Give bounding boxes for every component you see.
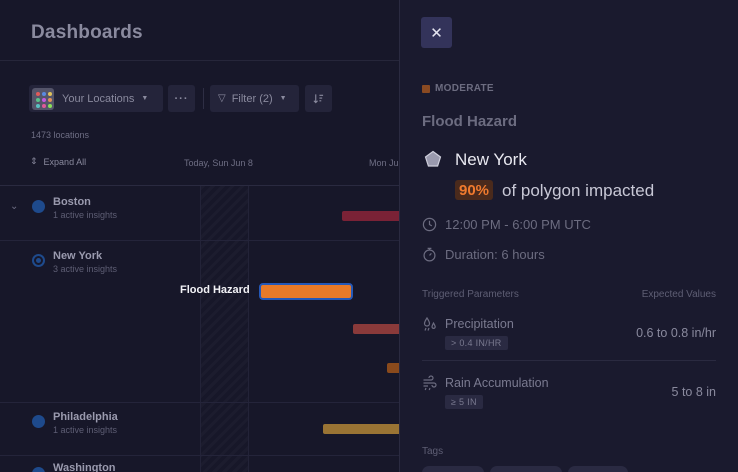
rain-wind-icon xyxy=(423,375,437,391)
flood-hazard-bar[interactable] xyxy=(259,283,353,300)
polygon-icon xyxy=(424,150,442,167)
page-title: Dashboards xyxy=(31,22,143,43)
insight-bar[interactable] xyxy=(342,211,402,221)
filter-button[interactable]: ▽ Filter (2) ▼ xyxy=(210,85,299,112)
insight-bar[interactable] xyxy=(323,424,403,434)
timeline-date-today: Today, Sun Jun 8 xyxy=(184,158,253,168)
past-time-hatch xyxy=(201,186,248,472)
rain-drops-icon xyxy=(423,316,436,331)
close-icon: ✕ xyxy=(430,24,443,42)
tag-chip[interactable] xyxy=(422,466,484,472)
duration: Duration: 6 hours xyxy=(445,247,545,262)
sort-button[interactable] xyxy=(305,85,332,112)
expand-icon: ⇕ xyxy=(30,156,38,166)
param-threshold-rain-accumulation: ≥ 5 IN xyxy=(445,395,483,409)
time-range-row: 12:00 PM - 6:00 PM UTC xyxy=(422,217,591,232)
location-count: 1473 locations xyxy=(31,130,90,140)
param-value-precipitation: 0.6 to 0.8 in/hr xyxy=(636,326,716,340)
severity-badge: MODERATE xyxy=(422,83,494,94)
toolbar-divider xyxy=(203,88,204,109)
row-name-new-york[interactable]: New York xyxy=(53,250,102,262)
severity-indicator xyxy=(422,84,430,93)
insight-title: Flood Hazard xyxy=(422,113,518,130)
location-name: New York xyxy=(455,150,527,169)
stopwatch-icon xyxy=(423,247,436,262)
close-button[interactable]: ✕ xyxy=(421,17,452,48)
param-name-precipitation: Precipitation xyxy=(445,317,514,331)
insight-detail-panel: ✕ MODERATE Flood Hazard New York 90% of … xyxy=(399,0,738,472)
time-range: 12:00 PM - 6:00 PM UTC xyxy=(445,217,591,232)
row-name-washington[interactable]: Washington xyxy=(53,462,116,472)
parameter-divider xyxy=(422,360,716,361)
chevron-down-icon[interactable]: ⌄ xyxy=(10,201,18,212)
location-dot-selected xyxy=(32,254,45,267)
location-dot xyxy=(32,415,45,428)
param-name-rain-accumulation: Rain Accumulation xyxy=(445,376,549,390)
duration-row: Duration: 6 hours xyxy=(422,247,545,262)
tag-chip[interactable] xyxy=(490,466,562,472)
tag-chip[interactable] xyxy=(568,466,628,472)
tags-header: Tags xyxy=(422,446,444,457)
clock-icon xyxy=(422,217,437,232)
timeline-gridline xyxy=(248,186,249,472)
impact-percent-badge: 90% xyxy=(455,180,494,200)
expected-values-header: Expected Values xyxy=(641,289,716,300)
location-select-label: Your Locations xyxy=(62,92,135,105)
flood-hazard-bar-label: Flood Hazard xyxy=(180,284,250,296)
insight-bar[interactable] xyxy=(353,324,403,334)
row-name-boston[interactable]: Boston xyxy=(53,196,91,208)
more-options-button[interactable]: ··· xyxy=(168,85,195,112)
triggered-parameters-header: Triggered Parameters xyxy=(422,289,519,300)
chevron-down-icon: ▼ xyxy=(279,95,287,102)
row-name-philadelphia[interactable]: Philadelphia xyxy=(53,411,118,423)
location-dot xyxy=(32,467,45,472)
sort-icon xyxy=(313,94,324,104)
timeline-date-next: Mon Ju xyxy=(369,158,399,168)
row-sub-new-york: 3 active insights xyxy=(53,264,118,274)
row-sub-philadelphia: 1 active insights xyxy=(53,425,118,435)
chevron-down-icon: ▼ xyxy=(141,95,149,102)
row-sub-boston: 1 active insights xyxy=(53,210,118,220)
param-threshold-precipitation: > 0.4 IN/HR xyxy=(445,336,508,350)
param-value-rain-accumulation: 5 to 8 in xyxy=(671,385,716,399)
severity-label: MODERATE xyxy=(435,83,494,94)
location-select[interactable]: Your Locations ▼ xyxy=(29,85,163,112)
filter-icon: ▽ xyxy=(218,93,226,104)
location-dot xyxy=(32,200,45,213)
locations-grid-icon xyxy=(32,87,54,110)
expand-all-label: Expand All xyxy=(43,156,87,167)
filter-label: Filter (2) xyxy=(231,92,273,105)
impact-text: of polygon impacted xyxy=(502,181,655,200)
expand-all-button[interactable]: ⇕ Expand All xyxy=(30,156,86,167)
